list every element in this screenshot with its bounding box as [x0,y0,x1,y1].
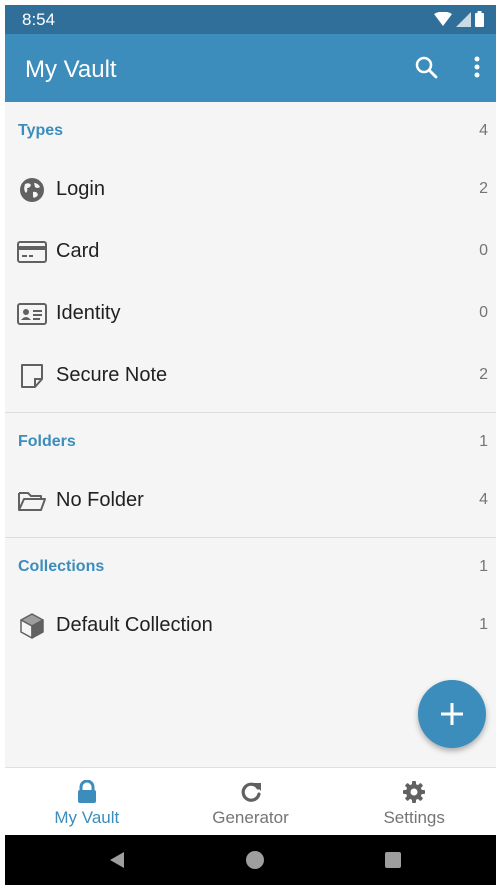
list-item-card[interactable]: Card 0 [5,221,496,283]
app-screen: 8:54 My Vault Types 4 Login 2 Card 0 Ide… [5,5,496,885]
note-icon [17,362,47,390]
lock-icon [77,780,96,803]
battery-icon [475,11,484,27]
page-title: My Vault [25,56,117,83]
section-label: Types [18,122,64,139]
gear-icon [403,781,426,803]
item-label: Secure Note [56,364,168,386]
section-count: 1 [479,558,488,575]
home-icon[interactable] [246,851,264,869]
item-count: 0 [479,304,488,321]
globe-icon [17,176,47,204]
status-icons [434,11,484,27]
system-navigation-bar [5,835,496,885]
list-item-default-collection[interactable]: Default Collection 1 [5,595,496,657]
credit-card-icon [17,238,47,266]
status-time: 8:54 [22,10,56,29]
item-count: 2 [479,366,488,383]
plus-icon [441,703,463,725]
section-header-folders: Folders 1 [5,413,496,470]
list-item-identity[interactable]: Identity 0 [5,283,496,345]
section-count: 4 [479,122,488,139]
recent-apps-icon[interactable] [385,852,401,868]
item-count: 2 [479,180,488,197]
status-bar: 8:54 [5,5,496,34]
item-label: Identity [56,302,121,324]
refresh-icon [241,782,261,802]
section-header-types: Types 4 [5,102,496,159]
item-label: Login [56,178,105,200]
item-label: No Folder [56,489,144,511]
cube-icon [17,612,47,640]
section-header-collections: Collections 1 [5,538,496,595]
signal-icon [456,11,471,27]
nav-label: Generator [212,808,289,827]
nav-tab-my-vault[interactable]: My Vault [5,768,169,835]
search-icon[interactable] [413,54,441,82]
section-label: Collections [18,558,105,575]
section-count: 1 [479,433,488,450]
more-options-icon[interactable] [467,54,487,82]
vault-groupings-list: Types 4 Login 2 Card 0 Identity 0 Secure… [5,102,496,657]
nav-tab-settings[interactable]: Settings [332,768,496,835]
id-card-icon [17,300,47,328]
item-label: Default Collection [56,614,213,636]
item-count: 0 [479,242,488,259]
nav-label: My Vault [54,808,120,827]
nav-tab-generator[interactable]: Generator [169,768,333,835]
back-icon[interactable] [108,851,126,869]
app-bar: My Vault [5,34,496,102]
bottom-navigation: My Vault Generator Settings [5,767,496,835]
folder-open-icon [17,487,47,515]
item-count: 4 [479,491,488,508]
wifi-icon [434,11,452,26]
list-item-login[interactable]: Login 2 [5,159,496,221]
item-label: Card [56,240,100,262]
nav-label: Settings [383,808,445,827]
add-item-button[interactable] [418,680,486,748]
list-item-secure-note[interactable]: Secure Note 2 [5,345,496,407]
list-item-no-folder[interactable]: No Folder 4 [5,470,496,532]
section-label: Folders [18,433,76,450]
item-count: 1 [479,616,488,633]
